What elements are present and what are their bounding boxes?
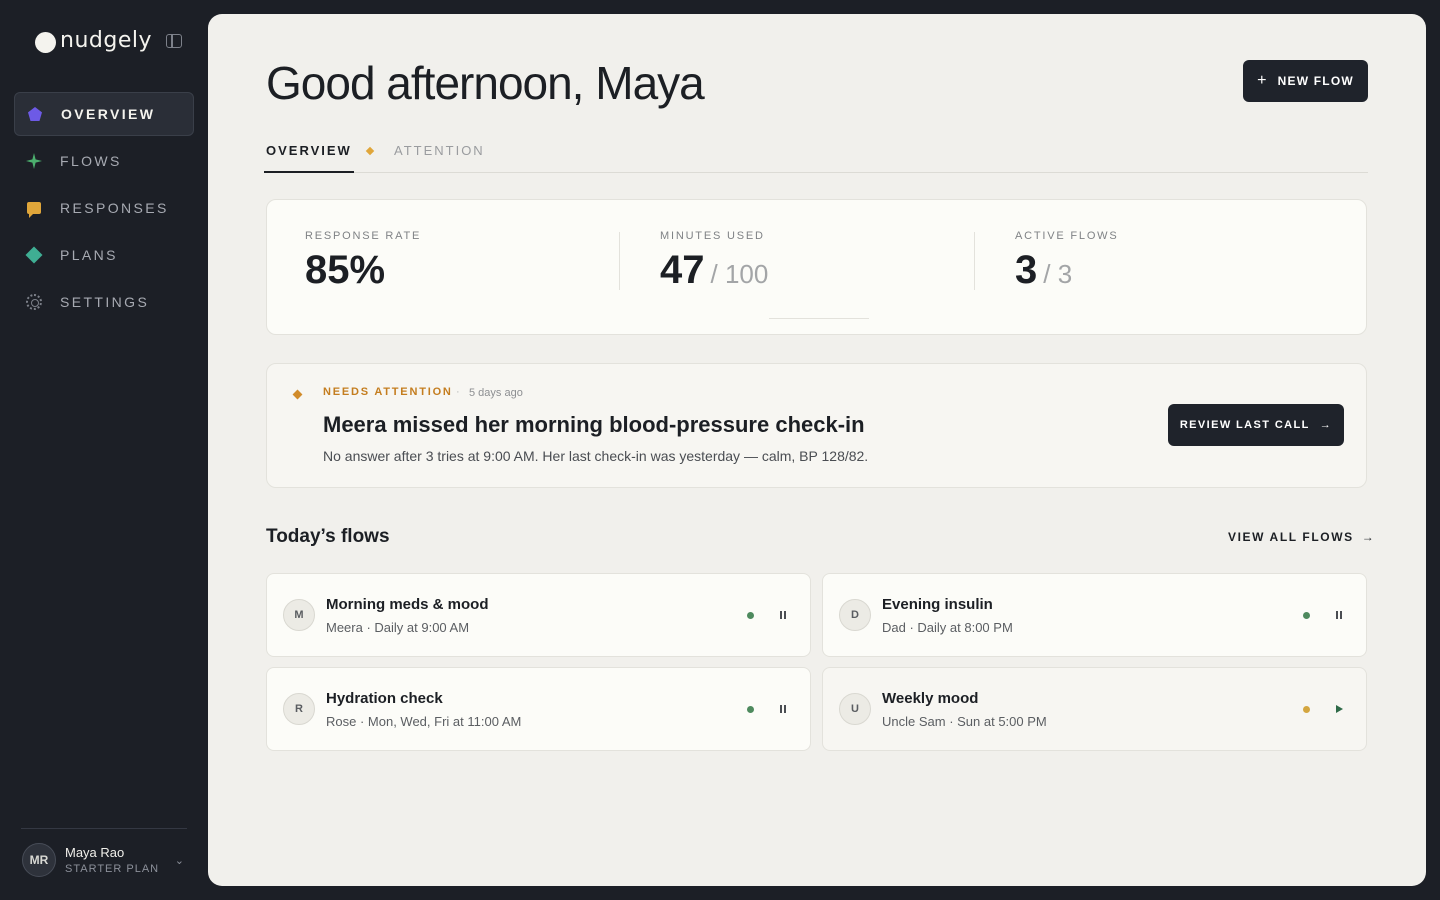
stat-number: 85% <box>305 248 386 292</box>
stat-label: RESPONSE RATE <box>305 230 422 242</box>
divider <box>974 232 975 290</box>
status-dot <box>1303 706 1310 713</box>
chevron-down-icon[interactable]: ⌄ <box>175 854 184 867</box>
section-title: Today’s flows <box>266 526 390 547</box>
tab-overview[interactable]: OVERVIEW <box>264 143 354 173</box>
flow-name: Evening insulin <box>882 596 993 613</box>
view-all-flows-link[interactable]: VIEW ALL FLOWS → <box>1228 530 1375 544</box>
card-notch <box>769 318 869 336</box>
flow-schedule: Dad · Daily at 8:00 PM <box>882 620 1013 635</box>
alert-description: No answer after 3 tries at 9:00 AM. Her … <box>323 448 869 464</box>
sidebar-item-responses[interactable]: RESPONSES <box>14 186 194 230</box>
sidebar-item-flows[interactable]: FLOWS <box>14 139 194 183</box>
chat-icon <box>26 200 42 218</box>
user-menu[interactable]: MR Maya Rao STARTER PLAN ⌄ <box>22 842 188 878</box>
stat-response-rate: RESPONSE RATE 85% <box>305 230 421 293</box>
avatar: R <box>283 693 315 725</box>
diamond-icon <box>25 246 43 264</box>
stat-total: / 100 <box>710 259 769 289</box>
gear-icon <box>26 294 42 310</box>
sidebar: nudgely OVERVIEW FLOWS RESPONSES PLANS S… <box>0 0 208 900</box>
review-last-call-button[interactable]: REVIEW LAST CALL → <box>1168 404 1344 446</box>
review-button-label: REVIEW LAST CALL <box>1179 419 1310 431</box>
alert-tag: NEEDS ATTENTION <box>323 386 453 398</box>
sidebar-item-label: SETTINGS <box>60 294 150 310</box>
sidebar-item-label: RESPONSES <box>60 200 169 216</box>
tab-attention[interactable]: ATTENTION <box>394 143 485 158</box>
sidebar-item-label: OVERVIEW <box>61 106 156 122</box>
attention-indicator-icon <box>365 146 375 156</box>
stat-value: 3/ 3 <box>1015 248 1119 293</box>
sidebar-item-label: FLOWS <box>60 153 122 169</box>
flow-schedule: Uncle Sam · Sun at 5:00 PM <box>882 714 1047 729</box>
arrow-right-icon: → <box>1319 419 1333 431</box>
user-info: Maya Rao STARTER PLAN <box>65 845 175 875</box>
flow-card[interactable]: R Hydration check Rose · Mon, Wed, Fri a… <box>266 667 811 751</box>
attention-diamond-icon <box>292 389 303 400</box>
alert-timestamp: 5 days ago <box>469 387 523 399</box>
app-name: nudgely <box>60 28 152 53</box>
page-title: Good afternoon, Maya <box>266 57 705 109</box>
stat-active-flows: ACTIVE FLOWS 3/ 3 <box>1015 230 1119 293</box>
alert-title: Meera missed her morning blood-pressure … <box>323 412 865 437</box>
avatar: D <box>839 599 871 631</box>
flow-name: Weekly mood <box>882 690 979 707</box>
stat-number: 3 <box>1015 248 1038 292</box>
sidebar-nav: OVERVIEW FLOWS RESPONSES PLANS SETTINGS <box>14 92 194 327</box>
sidebar-collapse-icon[interactable] <box>166 34 182 48</box>
sidebar-item-settings[interactable]: SETTINGS <box>14 280 194 324</box>
flow-schedule: Rose · Mon, Wed, Fri at 11:00 AM <box>326 714 522 729</box>
flow-card[interactable]: M Morning meds & mood Meera · Daily at 9… <box>266 573 811 657</box>
separator-dot: · <box>456 386 460 398</box>
divider <box>619 232 620 290</box>
attention-alert: NEEDS ATTENTION · 5 days ago Meera misse… <box>266 363 1367 488</box>
stat-total: / 3 <box>1043 259 1073 289</box>
flow-name: Morning meds & mood <box>326 596 489 613</box>
avatar: MR <box>22 843 56 877</box>
flow-card[interactable]: D Evening insulin Dad · Daily at 8:00 PM <box>822 573 1367 657</box>
stat-value: 47/ 100 <box>660 248 768 293</box>
tab-bar: OVERVIEW ATTENTION <box>264 138 1368 173</box>
sidebar-item-plans[interactable]: PLANS <box>14 233 194 277</box>
stat-minutes-used: MINUTES USED 47/ 100 <box>660 230 768 293</box>
logo-mark <box>35 31 56 53</box>
flow-name: Hydration check <box>326 690 443 707</box>
sparkle-icon <box>26 153 42 169</box>
new-flow-label: NEW FLOW <box>1277 74 1354 88</box>
pentagon-icon <box>27 106 43 122</box>
pause-icon[interactable] <box>1333 609 1345 621</box>
status-dot <box>747 706 754 713</box>
sidebar-item-label: PLANS <box>60 247 118 263</box>
stat-label: MINUTES USED <box>660 230 765 242</box>
stats-card: RESPONSE RATE 85% MINUTES USED 47/ 100 A… <box>266 199 1367 335</box>
app-logo[interactable]: nudgely <box>35 28 152 53</box>
new-flow-button[interactable]: + NEW FLOW <box>1243 60 1368 102</box>
stat-number: 47 <box>660 248 705 292</box>
user-plan: STARTER PLAN <box>65 863 160 875</box>
avatar: M <box>283 599 315 631</box>
stat-value: 85% <box>305 248 421 293</box>
plus-icon: + <box>1257 72 1268 89</box>
user-name: Maya Rao <box>65 845 125 860</box>
status-dot <box>1303 612 1310 619</box>
divider <box>21 828 187 829</box>
sidebar-item-overview[interactable]: OVERVIEW <box>14 92 194 136</box>
pause-icon[interactable] <box>777 609 789 621</box>
avatar: U <box>839 693 871 725</box>
status-dot <box>747 612 754 619</box>
arrow-right-icon: → <box>1361 530 1376 544</box>
stat-label: ACTIVE FLOWS <box>1015 230 1119 242</box>
view-all-label: VIEW ALL FLOWS <box>1228 530 1354 544</box>
pause-icon[interactable] <box>777 703 789 715</box>
play-icon[interactable] <box>1333 703 1345 715</box>
flow-card[interactable]: U Weekly mood Uncle Sam · Sun at 5:00 PM <box>822 667 1367 751</box>
flow-schedule: Meera · Daily at 9:00 AM <box>326 620 470 635</box>
main-panel: Good afternoon, Maya + NEW FLOW OVERVIEW… <box>208 14 1426 886</box>
